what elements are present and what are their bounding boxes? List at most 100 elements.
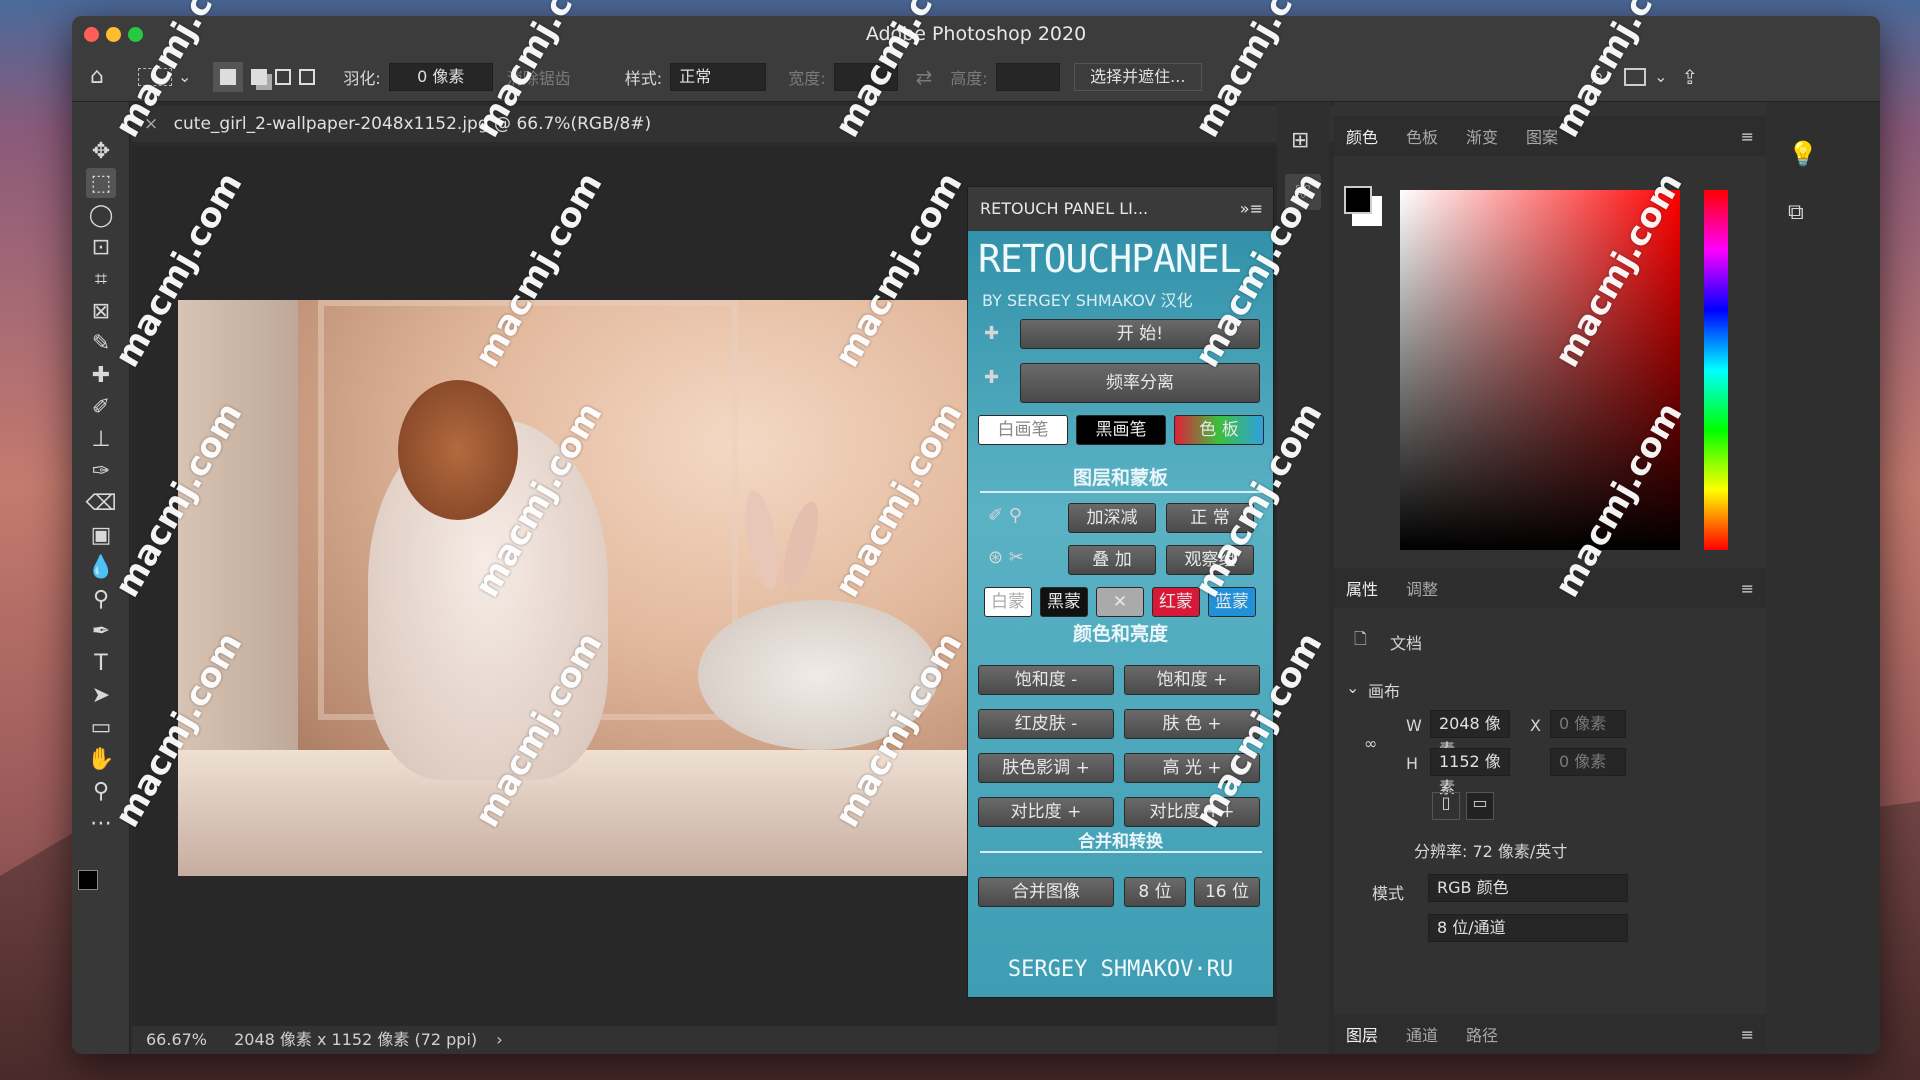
panel-menu-icon[interactable]: »≡ <box>1240 187 1263 231</box>
zoom-window-button[interactable] <box>128 27 143 42</box>
skin-tone-button[interactable]: 肤色影调 + <box>978 753 1114 783</box>
marquee-preset-icon[interactable] <box>137 67 172 86</box>
zoom-tool-icon[interactable]: ⚲ <box>86 776 116 806</box>
frequency-separation-button[interactable]: 频率分离 <box>1020 363 1260 403</box>
workspace-icon[interactable] <box>1624 67 1647 86</box>
blue-mask-button[interactable]: 蓝蒙 <box>1208 587 1256 617</box>
width-field[interactable]: 2048 像素 <box>1430 710 1510 759</box>
close-tab-icon[interactable]: × <box>144 114 158 134</box>
chevron-down-icon[interactable]: ⌄ <box>1346 678 1359 697</box>
portrait-icon[interactable]: ▯ <box>1432 792 1460 820</box>
hue-slider[interactable] <box>1704 190 1728 550</box>
object-select-tool-icon[interactable]: ⊡ <box>86 232 116 262</box>
swap-icon[interactable]: ⇄ <box>916 62 933 92</box>
panel-menu-icon[interactable]: ≡ <box>1741 579 1754 598</box>
tab-channels[interactable]: 通道 <box>1406 1022 1438 1046</box>
gradient-tool-icon[interactable]: ▣ <box>86 520 116 550</box>
foreground-color-swatch[interactable] <box>1344 186 1372 214</box>
black-brush-button[interactable]: 黑画笔 <box>1076 415 1166 445</box>
red-skin-minus-button[interactable]: 红皮肤 - <box>978 709 1114 739</box>
lasso-tool-icon[interactable]: ◯ <box>86 200 116 230</box>
color-panel-button[interactable]: 色 板 <box>1174 415 1264 445</box>
minimize-window-button[interactable] <box>106 27 121 42</box>
tab-paths[interactable]: 路径 <box>1466 1022 1498 1046</box>
new-selection-button[interactable] <box>213 61 244 92</box>
search-icon[interactable]: ⌕ <box>1592 62 1604 92</box>
panel-menu-icon[interactable]: ≡ <box>1741 1025 1754 1044</box>
healing-tool-icon[interactable]: ✚ <box>86 360 116 390</box>
observe-group-button[interactable]: 观察组 <box>1166 545 1254 575</box>
tab-properties[interactable]: 属性 <box>1346 576 1378 600</box>
tab-swatches[interactable]: 色板 <box>1406 124 1438 148</box>
panel-menu-icon[interactable]: ≡ <box>1741 127 1754 146</box>
feather-input[interactable]: 0 像素 <box>388 62 493 91</box>
color-picker-field[interactable] <box>1400 190 1680 550</box>
chevron-down-icon[interactable]: ⌄ <box>178 62 191 92</box>
home-icon[interactable]: ⌂ <box>90 62 104 92</box>
8bit-button[interactable]: 8 位 <box>1124 877 1186 907</box>
tab-layers[interactable]: 图层 <box>1346 1022 1378 1046</box>
add-selection-button[interactable] <box>251 62 268 92</box>
dodge-burn-button[interactable]: 加深减 <box>1068 503 1156 533</box>
libraries-icon[interactable]: ⧉ <box>1788 200 1804 225</box>
saturation-minus-button[interactable]: 饱和度 - <box>978 665 1114 695</box>
y-field[interactable]: 0 像素 <box>1550 748 1626 776</box>
crop-tool-icon[interactable]: ⌗ <box>86 264 116 294</box>
bit-depth-select[interactable]: 8 位/通道 <box>1428 914 1628 942</box>
more-tools-icon[interactable]: ⋯ <box>86 808 116 838</box>
saturation-plus-button[interactable]: 饱和度 + <box>1124 665 1260 695</box>
subtract-selection-button[interactable] <box>275 62 292 92</box>
brush-tool-icon[interactable]: ✐ <box>86 392 116 422</box>
white-brush-button[interactable]: 白画笔 <box>978 415 1068 445</box>
landscape-icon[interactable]: ▭ <box>1466 792 1494 820</box>
document-info[interactable]: 2048 像素 x 1152 像素 (72 ppi) <box>234 1030 477 1049</box>
merge-image-button[interactable]: 合并图像 <box>978 877 1114 907</box>
dodge-tool-icon[interactable]: ⚲ <box>86 584 116 614</box>
contrast-plus-button[interactable]: 对比度 + <box>978 797 1114 827</box>
zoom-level[interactable]: 66.67% <box>146 1030 207 1049</box>
chevron-right-icon[interactable]: › <box>496 1030 502 1049</box>
stamp-tool-icon[interactable]: ⊥ <box>86 424 116 454</box>
width-input[interactable] <box>833 62 898 91</box>
type-tool-icon[interactable]: T <box>86 648 116 678</box>
normal-button[interactable]: 正 常 <box>1166 503 1254 533</box>
style-select[interactable]: 正常 <box>670 62 767 91</box>
start-button[interactable]: 开 始! <box>1020 319 1260 349</box>
eraser-tool-icon[interactable]: ⌫ <box>85 488 116 518</box>
overlay-button[interactable]: 叠 加 <box>1068 545 1156 575</box>
x-field[interactable]: 0 像素 <box>1550 710 1626 738</box>
close-window-button[interactable] <box>84 27 99 42</box>
tab-gradients[interactable]: 渐变 <box>1466 124 1498 148</box>
white-mask-button[interactable]: 白蒙 <box>984 587 1032 617</box>
eyedropper-tool-icon[interactable]: ✎ <box>86 328 116 358</box>
marquee-tool-icon[interactable]: ⬚ <box>86 168 116 198</box>
select-and-mask-button[interactable]: 选择并遮住... <box>1073 62 1202 91</box>
hand-tool-icon[interactable]: ✋ <box>86 744 116 774</box>
height-input[interactable] <box>995 62 1060 91</box>
rectangle-tool-icon[interactable]: ▭ <box>86 712 116 742</box>
foreground-color-swatch[interactable] <box>78 870 98 890</box>
height-field[interactable]: 1152 像素 <box>1430 748 1510 797</box>
frame-tool-icon[interactable]: ⊠ <box>86 296 116 326</box>
tab-patterns[interactable]: 图案 <box>1526 124 1558 148</box>
highlight-button[interactable]: 高 光 + <box>1124 753 1260 783</box>
delete-mask-icon[interactable]: ✕ <box>1096 587 1144 617</box>
tab-adjustments[interactable]: 调整 <box>1406 576 1438 600</box>
chevron-down-icon[interactable]: ⌄ <box>1654 62 1667 92</box>
history-icon[interactable]: ⊞ <box>1291 128 1309 153</box>
16bit-button[interactable]: 16 位 <box>1194 877 1260 907</box>
pen-tool-icon[interactable]: ✒ <box>86 616 116 646</box>
link-icon[interactable]: ∞ <box>1364 734 1377 753</box>
document-tab[interactable]: × cute_girl_2-wallpaper-2048x1152.jpg @ … <box>132 106 1334 142</box>
path-select-tool-icon[interactable]: ➤ <box>86 680 116 710</box>
skin-color-plus-button[interactable]: 肤 色 + <box>1124 709 1260 739</box>
contrast-plus-plus-button[interactable]: 对比度 ++ <box>1124 797 1260 827</box>
mode-select[interactable]: RGB 颜色 <box>1428 874 1628 902</box>
red-mask-button[interactable]: 红蒙 <box>1152 587 1200 617</box>
blur-tool-icon[interactable]: 💧 <box>86 552 116 582</box>
tab-color[interactable]: 颜色 <box>1346 124 1378 148</box>
move-tool-icon[interactable]: ✥ <box>86 136 116 166</box>
share-icon[interactable]: ⇪ <box>1682 62 1699 92</box>
retouch-panel-icon[interactable]: ⚛ <box>1285 174 1321 210</box>
lightbulb-icon[interactable]: 💡 <box>1788 140 1818 168</box>
